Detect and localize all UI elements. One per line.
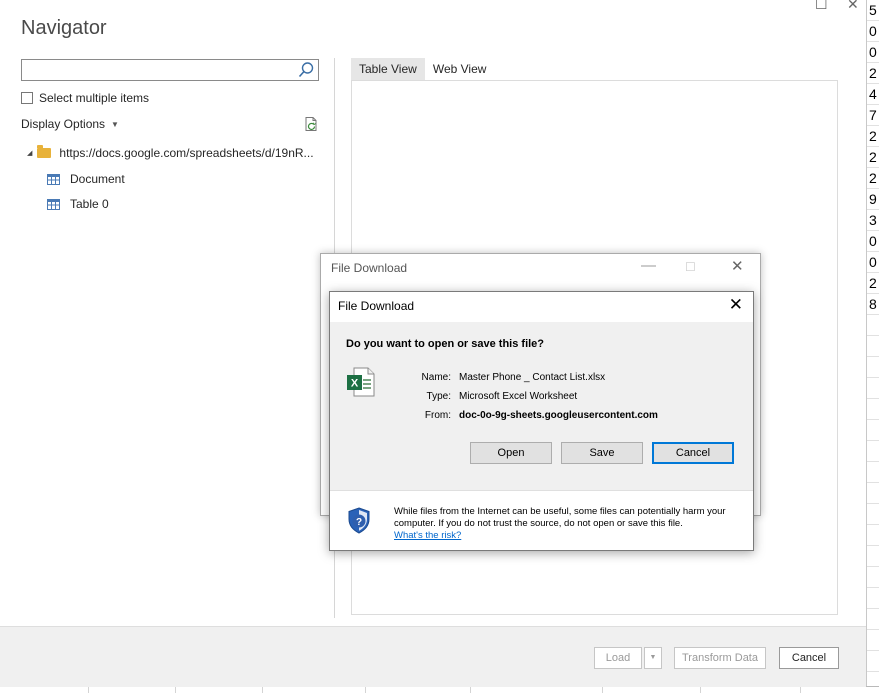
cancel-button[interactable]: Cancel: [652, 442, 734, 464]
table-icon: [47, 198, 60, 210]
sheet-cell[interactable]: [867, 315, 879, 336]
sheet-cell[interactable]: 2: [867, 273, 879, 294]
dialog-body: Do you want to open or save this file? X…: [330, 322, 753, 490]
chevron-down-icon: ▼: [111, 120, 119, 129]
select-multiple-label: Select multiple items: [39, 91, 150, 105]
sheet-cell[interactable]: 2: [867, 126, 879, 147]
sheet-cell[interactable]: 8: [867, 294, 879, 315]
tree-item-table-0[interactable]: Table 0: [47, 197, 109, 211]
close-button[interactable]: ✕: [729, 295, 743, 315]
file-from-label: From:: [424, 410, 451, 421]
tab-table-view[interactable]: Table View: [351, 58, 425, 80]
maximize-button[interactable]: ☐: [685, 260, 696, 274]
sheet-cell[interactable]: [867, 567, 879, 588]
tree-item-label: Document: [70, 172, 125, 186]
folder-icon: [37, 145, 52, 158]
close-button[interactable]: ✕: [847, 0, 859, 13]
sheet-cell[interactable]: 4: [867, 84, 879, 105]
select-multiple-items[interactable]: Select multiple items: [21, 91, 149, 105]
sheet-cell[interactable]: 9: [867, 189, 879, 210]
file-type-label: Type:: [426, 391, 451, 402]
dialog-separator: [330, 490, 753, 491]
sheet-cell[interactable]: 0: [867, 231, 879, 252]
outer-window-title: File Download: [331, 261, 408, 275]
table-icon: [47, 173, 60, 185]
sheet-cell[interactable]: 2: [867, 63, 879, 84]
sheet-cell[interactable]: [867, 651, 879, 672]
security-warning: While files from the Internet can be use…: [394, 506, 744, 542]
file-name-value: Master Phone _ Contact List.xlsx: [459, 372, 606, 383]
sheet-cell[interactable]: [867, 630, 879, 651]
cancel-button[interactable]: Cancel: [779, 647, 839, 669]
whats-the-risk-link[interactable]: What's the risk?: [394, 530, 461, 541]
navigator-footer: Load ▼ Transform Data Cancel: [0, 626, 866, 687]
sheet-cell[interactable]: 0: [867, 42, 879, 63]
sheet-cell[interactable]: [867, 357, 879, 378]
dialog-title: File Download: [338, 299, 415, 313]
search-icon[interactable]: [297, 61, 315, 79]
save-button[interactable]: Save: [561, 442, 643, 464]
select-multiple-checkbox[interactable]: [21, 92, 33, 104]
display-options-label: Display Options: [21, 117, 106, 131]
sheet-cell[interactable]: 3: [867, 210, 879, 231]
tab-web-view[interactable]: Web View: [425, 58, 495, 80]
sheet-cell[interactable]: [867, 609, 879, 630]
maximize-button[interactable]: ☐: [815, 0, 828, 13]
transform-data-button[interactable]: Transform Data: [674, 647, 766, 669]
file-from-value: doc-0o-9g-sheets.googleusercontent.com: [459, 410, 658, 421]
sheet-cell[interactable]: [867, 336, 879, 357]
search-input[interactable]: [21, 59, 319, 81]
excel-sheet-background: 500247222930028: [866, 0, 879, 693]
refresh-icon[interactable]: [303, 116, 319, 132]
sheet-cell[interactable]: 0: [867, 21, 879, 42]
sheet-cell[interactable]: [867, 546, 879, 567]
file-download-dialog: File Download ✕ Do you want to open or s…: [329, 291, 754, 551]
sheet-cell[interactable]: 5: [867, 0, 879, 21]
expand-triangle-icon[interactable]: ◢: [27, 149, 32, 157]
sheet-cell[interactable]: [867, 420, 879, 441]
sheet-cell[interactable]: [867, 441, 879, 462]
sheet-cell[interactable]: 2: [867, 168, 879, 189]
warning-text: While files from the Internet can be use…: [394, 506, 726, 529]
svg-text:?: ?: [356, 517, 362, 528]
dialog-question: Do you want to open or save this file?: [346, 338, 545, 350]
security-shield-icon: ?: [348, 507, 370, 534]
sheet-cell[interactable]: 7: [867, 105, 879, 126]
display-options-dropdown[interactable]: Display Options ▼: [21, 117, 119, 131]
view-tabs: Table View Web View: [351, 58, 494, 80]
tree-root-source[interactable]: ◢ https://docs.google.com/spreadsheets/d…: [27, 145, 314, 160]
sheet-cell[interactable]: 2: [867, 147, 879, 168]
open-button[interactable]: Open: [470, 442, 552, 464]
load-button[interactable]: Load: [594, 647, 642, 669]
sheet-cell[interactable]: [867, 462, 879, 483]
sheet-cell[interactable]: [867, 588, 879, 609]
tree-root-label: https://docs.google.com/spreadsheets/d/1…: [59, 146, 314, 160]
sheet-cell[interactable]: [867, 525, 879, 546]
file-type-value: Microsoft Excel Worksheet: [459, 391, 578, 402]
load-dropdown-button[interactable]: ▼: [644, 647, 662, 669]
sheet-cell[interactable]: [867, 504, 879, 525]
tree-item-label: Table 0: [70, 197, 109, 211]
tree-item-document[interactable]: Document: [47, 172, 125, 186]
file-name-label: Name:: [421, 372, 451, 383]
close-button[interactable]: ✕: [731, 257, 744, 275]
page-title: Navigator: [21, 17, 107, 39]
sheet-cell[interactable]: 0: [867, 252, 879, 273]
minimize-button[interactable]: —: [641, 257, 656, 274]
sheet-cell[interactable]: [867, 399, 879, 420]
sheet-cell[interactable]: [867, 378, 879, 399]
sheet-cell[interactable]: [867, 483, 879, 504]
